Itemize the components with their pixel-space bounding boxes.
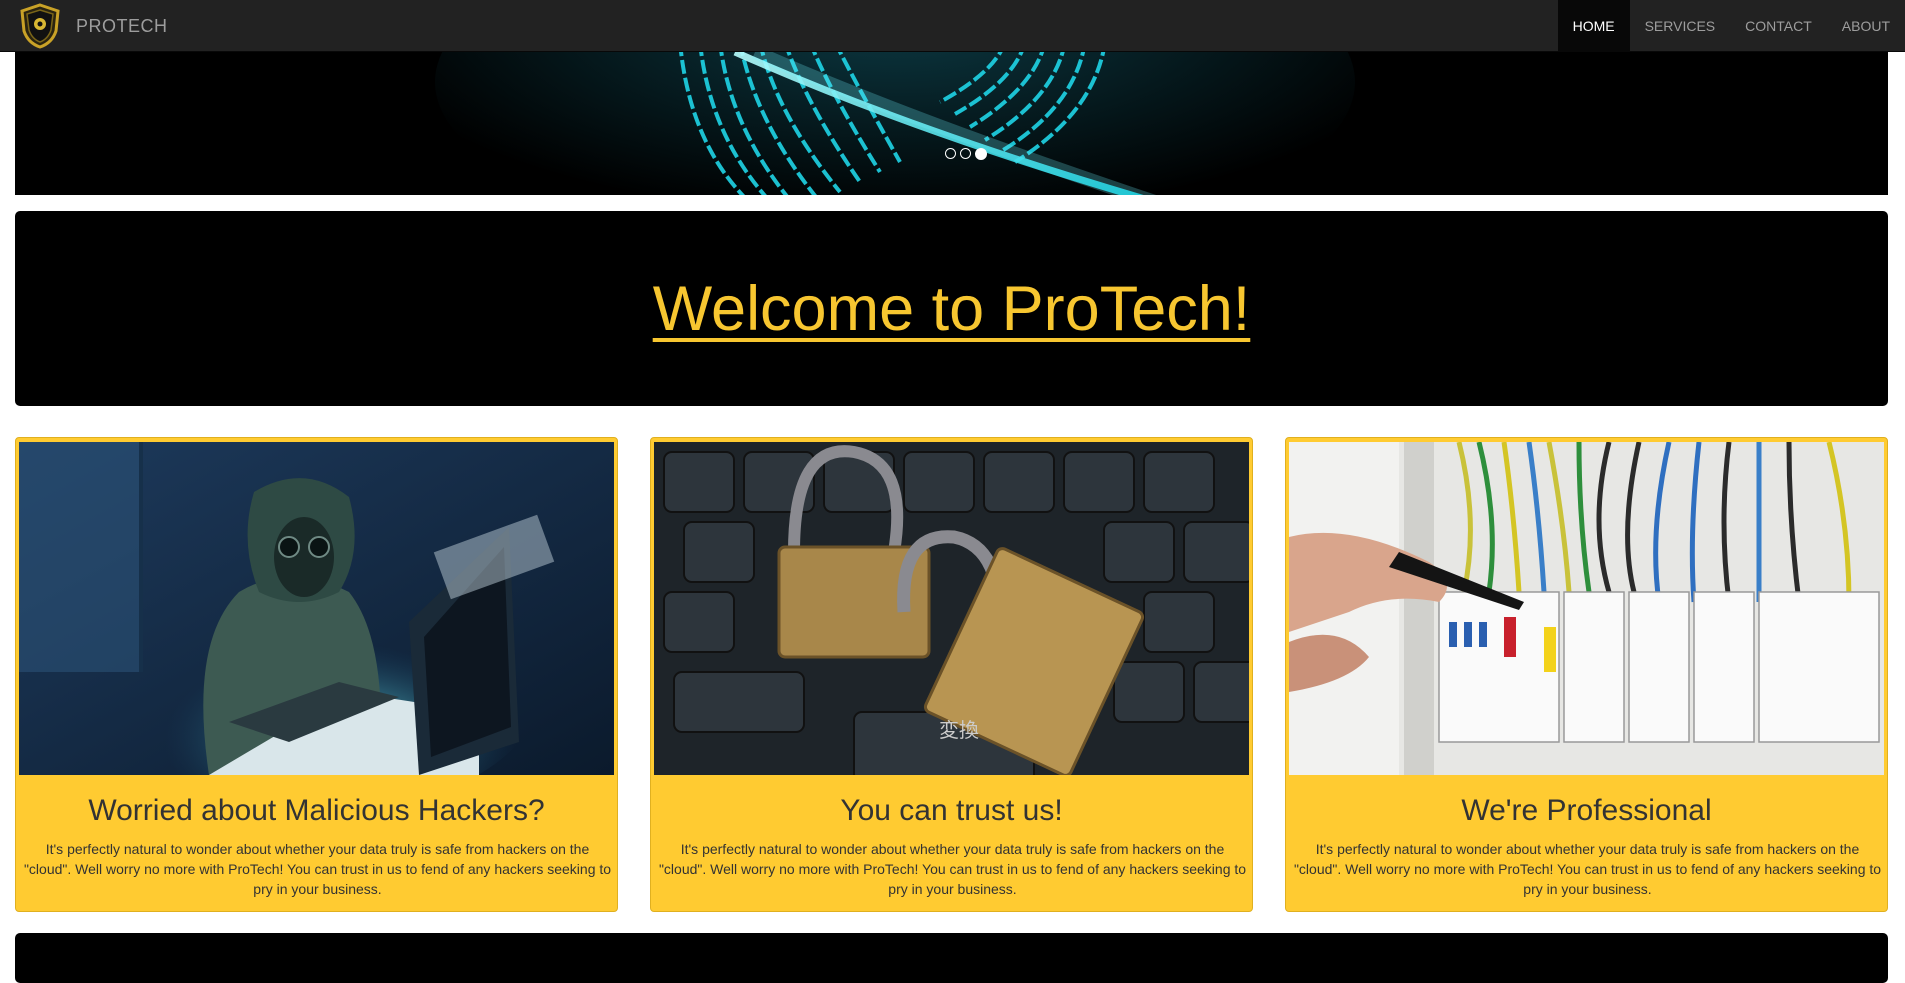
top-navbar: PROTECH HOME SERVICES CONTACT ABOUT bbox=[0, 0, 1905, 52]
card-text: It's perfectly natural to wonder about w… bbox=[1293, 841, 1882, 897]
feature-card-hackers: Worried about Malicious Hackers? It's pe… bbox=[15, 437, 618, 912]
carousel-indicators bbox=[945, 148, 987, 160]
nav-about[interactable]: ABOUT bbox=[1827, 0, 1905, 52]
hacker-image bbox=[19, 442, 614, 775]
feature-card-professional: We're Professional It's perfectly natura… bbox=[1285, 437, 1888, 912]
carousel-indicator-3[interactable] bbox=[975, 148, 987, 160]
carousel-indicator-2[interactable] bbox=[960, 148, 971, 159]
feature-card-trust: 変換 You can trust us! It's perfectly natu… bbox=[650, 437, 1253, 912]
brand[interactable]: PROTECH bbox=[18, 2, 168, 50]
electrical-panel-image bbox=[1289, 442, 1884, 775]
card-text: It's perfectly natural to wonder about w… bbox=[658, 841, 1247, 897]
welcome-heading[interactable]: Welcome to ProTech! bbox=[653, 273, 1251, 345]
nav-home[interactable]: HOME bbox=[1557, 0, 1630, 52]
brand-name: PROTECH bbox=[76, 15, 168, 36]
nav-services[interactable]: SERVICES bbox=[1630, 0, 1731, 52]
nav-contact[interactable]: CONTACT bbox=[1730, 0, 1827, 52]
svg-text:変換: 変換 bbox=[939, 718, 979, 742]
main-nav: HOME SERVICES CONTACT ABOUT bbox=[1557, 0, 1905, 52]
carousel-indicator-1[interactable] bbox=[945, 148, 956, 159]
shield-logo-icon bbox=[20, 3, 60, 49]
card-title: We're Professional bbox=[1461, 794, 1712, 827]
welcome-jumbotron: Welcome to ProTech! bbox=[15, 211, 1888, 406]
card-text: It's perfectly natural to wonder about w… bbox=[23, 841, 612, 897]
next-section-bar bbox=[15, 933, 1888, 983]
card-title: You can trust us! bbox=[840, 794, 1063, 827]
card-title: Worried about Malicious Hackers? bbox=[88, 794, 545, 827]
hero-carousel[interactable] bbox=[15, 52, 1888, 195]
fingerprint-slide-image bbox=[15, 52, 1888, 195]
padlock-image: 変換 bbox=[654, 442, 1249, 775]
